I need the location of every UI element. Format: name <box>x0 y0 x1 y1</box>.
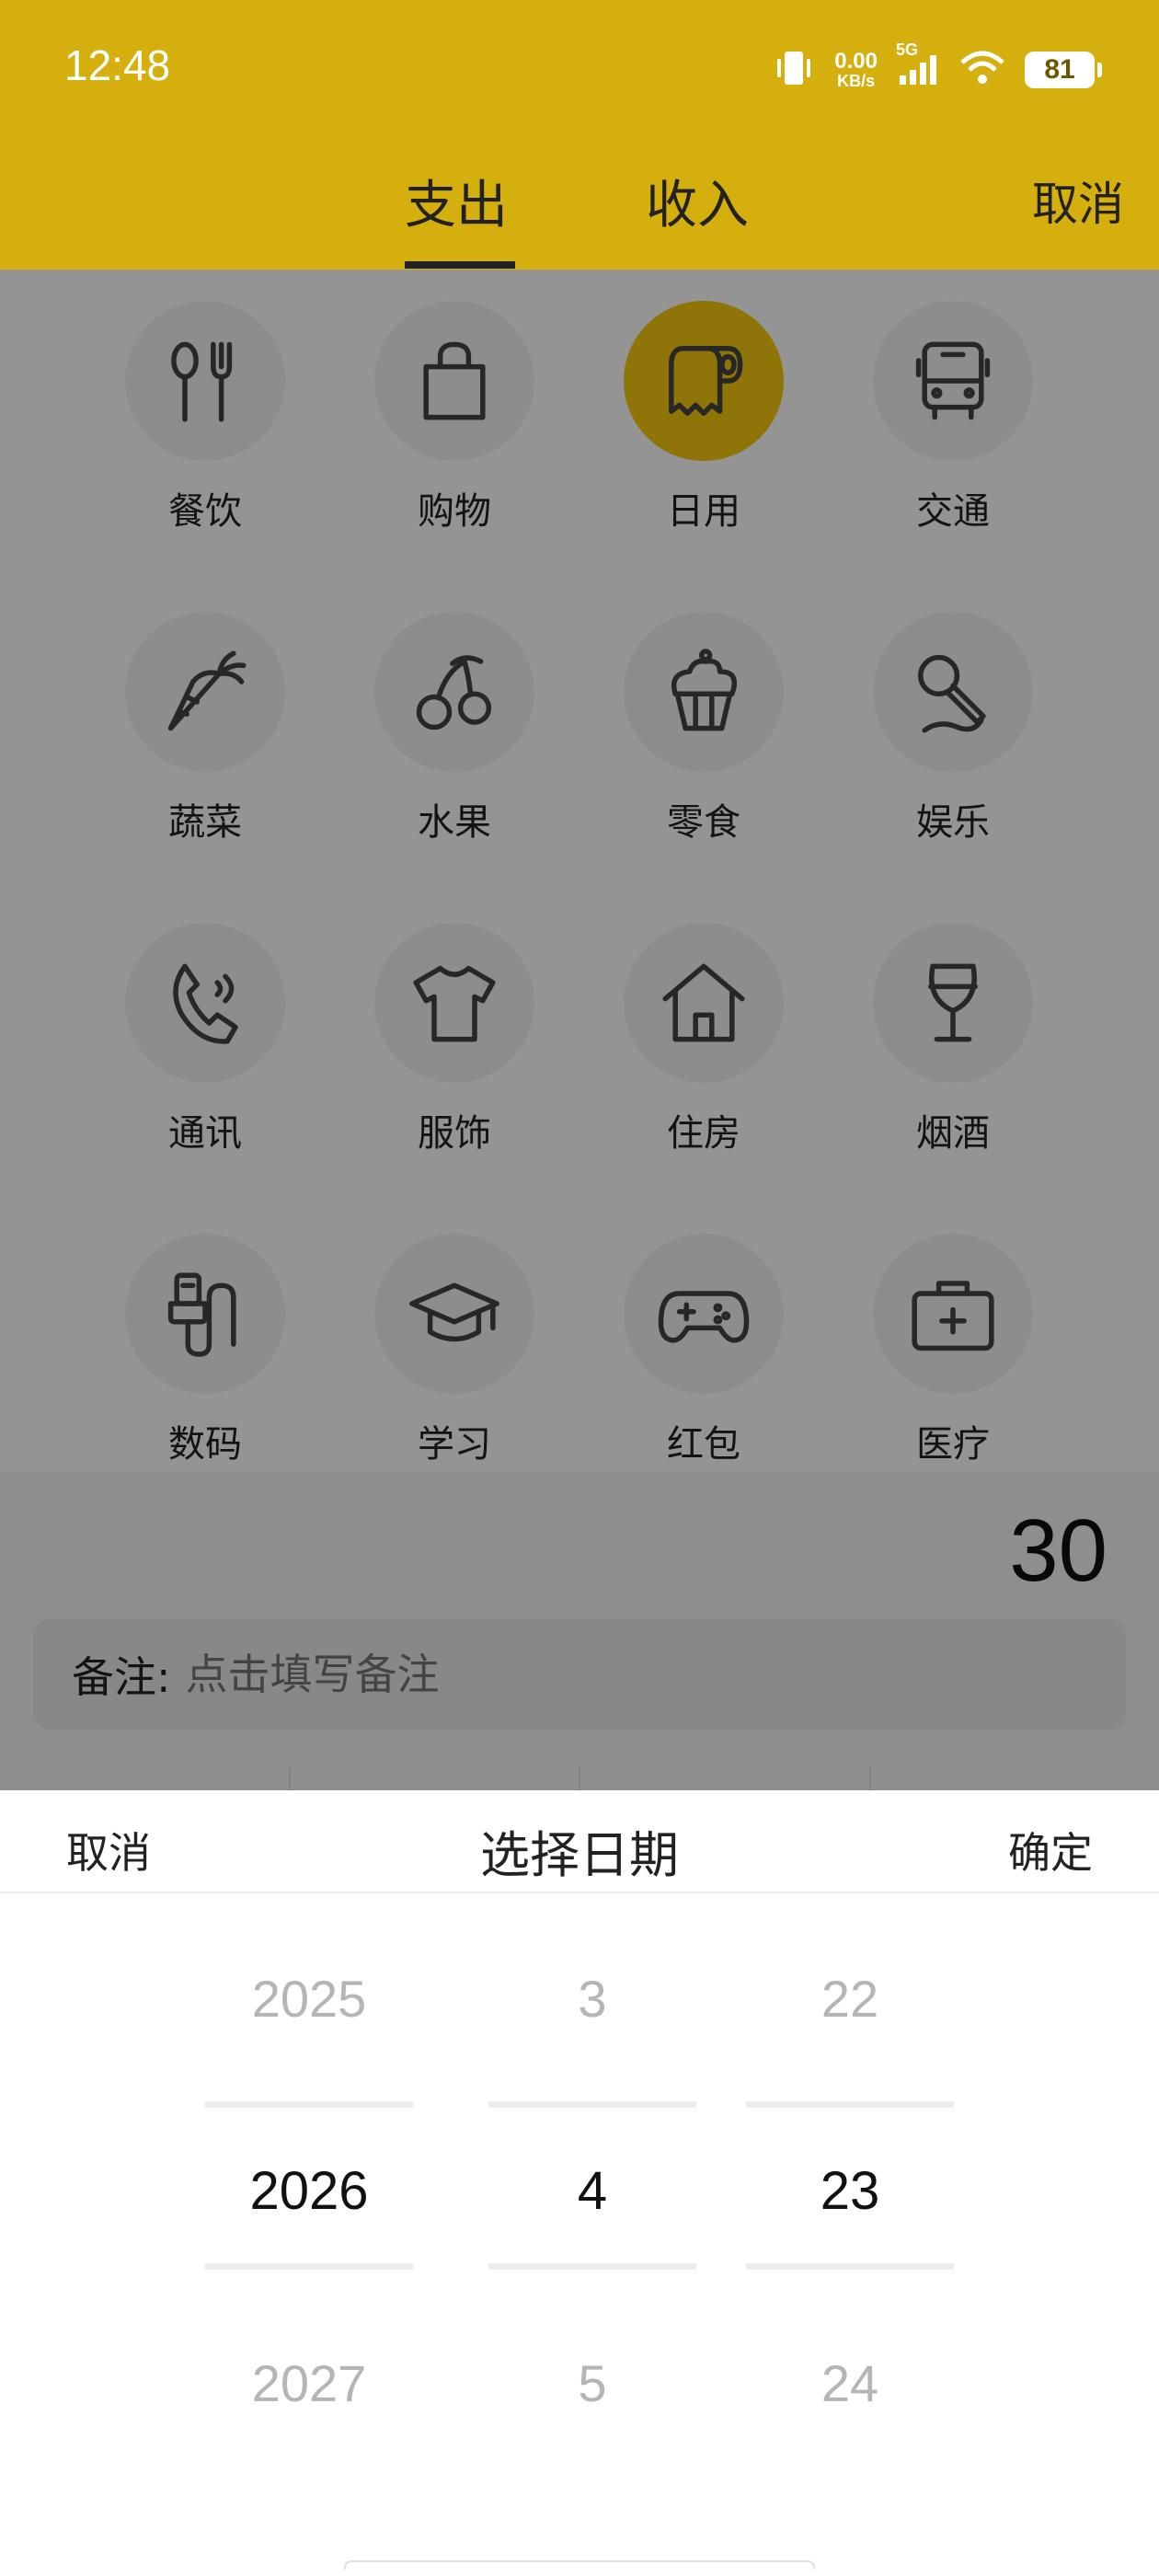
status-icons: 0.00 KB/s 5G 81 <box>772 40 1102 98</box>
selection-line-top <box>488 2101 696 2108</box>
date-picker-sheet: 选择日期 取消 确定 2025 2026 2027 3 4 5 22 23 24 <box>0 1790 1159 2576</box>
app-header: 12:48 0.00 KB/s 5G 81 支出 收入 取消 <box>0 0 1159 270</box>
month-option-selected[interactable]: 4 <box>488 2160 696 2222</box>
selection-line-top <box>746 2101 954 2108</box>
date-picker-cancel-button[interactable]: 取消 <box>66 1820 151 1880</box>
home-indicator[interactable] <box>344 2560 815 2570</box>
battery-icon: 81 <box>1025 52 1102 88</box>
date-picker-header: 选择日期 取消 确定 <box>0 1790 1159 1893</box>
status-time: 12:48 <box>64 41 171 89</box>
tab-expense[interactable]: 支出 <box>405 164 508 238</box>
month-option-next[interactable]: 5 <box>488 2353 696 2413</box>
day-option-selected[interactable]: 23 <box>746 2160 954 2222</box>
modal-overlay[interactable] <box>0 270 1159 1790</box>
year-wheel[interactable]: 2025 2026 2027 <box>205 1893 413 2473</box>
month-wheel[interactable]: 3 4 5 <box>488 1893 696 2473</box>
month-option-prev[interactable]: 3 <box>488 1969 696 2029</box>
active-tab-indicator <box>405 261 515 269</box>
vibrate-icon <box>772 48 816 92</box>
year-option-selected[interactable]: 2026 <box>205 2160 413 2222</box>
selection-line-top <box>205 2101 413 2108</box>
day-wheel[interactable]: 22 23 24 <box>746 1893 954 2473</box>
year-option-prev[interactable]: 2025 <box>205 1969 413 2029</box>
selection-line-bottom <box>205 2263 413 2270</box>
selection-line-bottom <box>746 2263 954 2270</box>
wifi-icon <box>958 50 1006 90</box>
signal-icon: 5G <box>896 40 940 90</box>
date-picker-confirm-button[interactable]: 确定 <box>1008 1820 1093 1880</box>
net-speed: 0.00 KB/s <box>834 49 878 90</box>
selection-line-bottom <box>488 2263 696 2270</box>
day-option-prev[interactable]: 22 <box>746 1969 954 2029</box>
date-picker-title: 选择日期 <box>480 1826 679 1884</box>
year-option-next[interactable]: 2027 <box>205 2353 413 2413</box>
header-cancel-button[interactable]: 取消 <box>1032 167 1124 234</box>
day-option-next[interactable]: 24 <box>746 2353 954 2413</box>
tab-income[interactable]: 收入 <box>646 164 749 238</box>
